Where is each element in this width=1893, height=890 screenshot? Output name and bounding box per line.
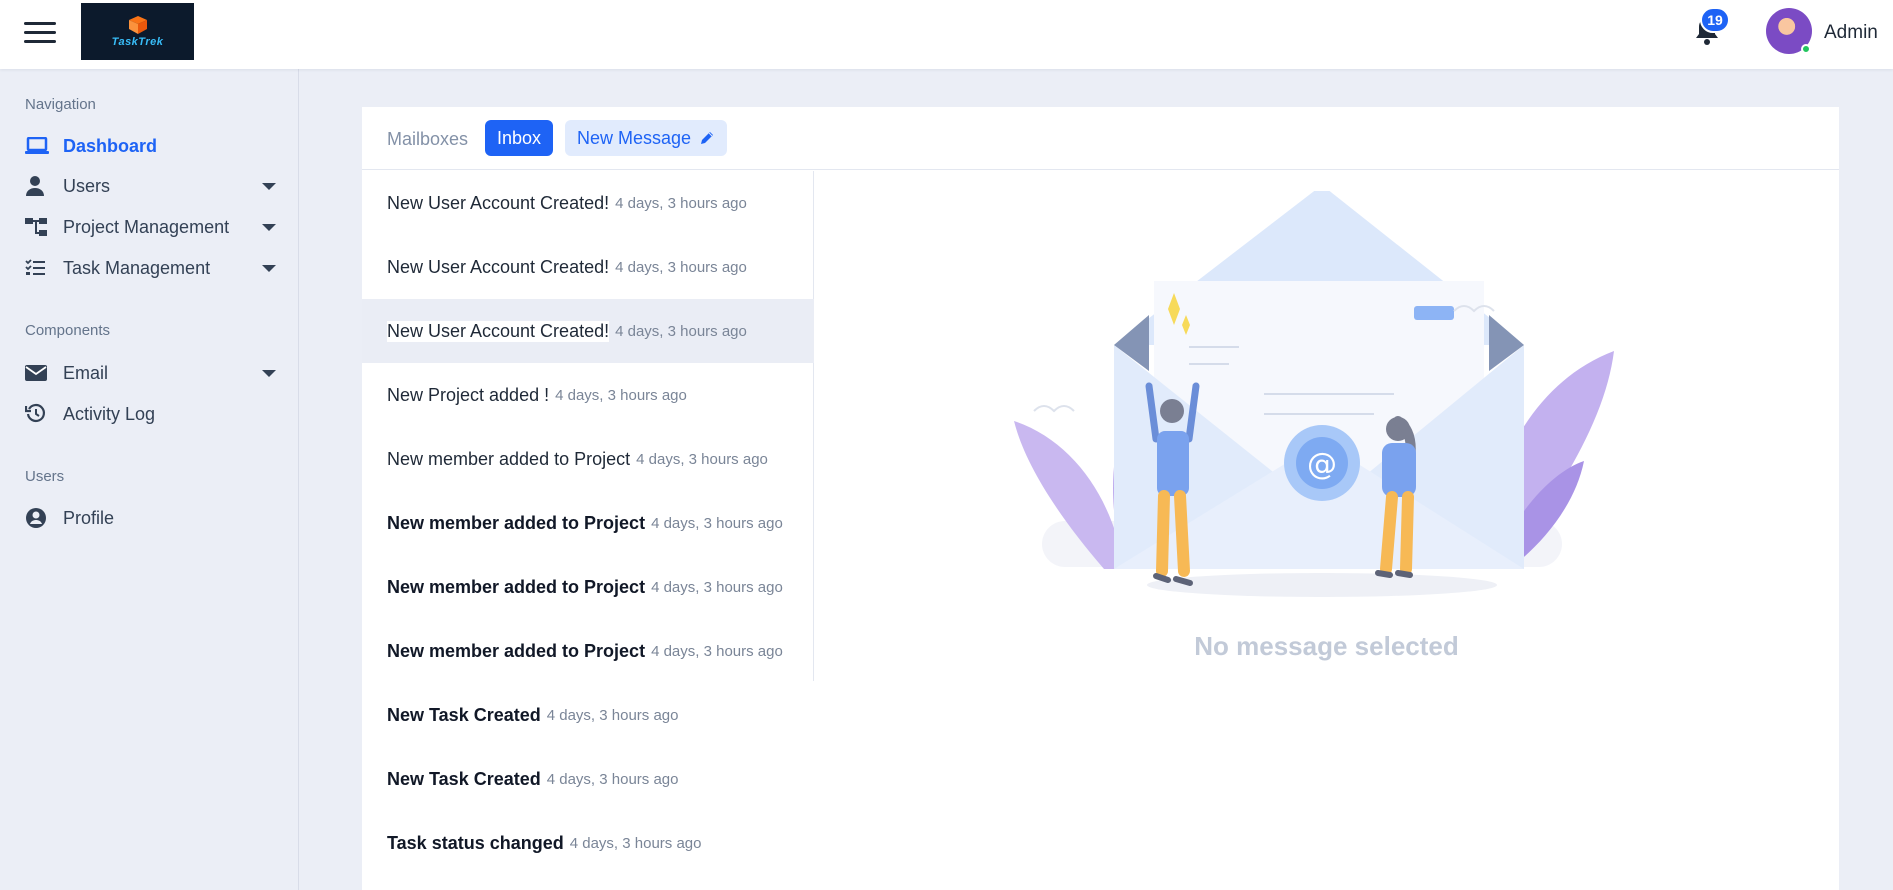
menu-toggle-icon[interactable] — [24, 22, 56, 46]
message-time: 4 days, 3 hours ago — [615, 322, 747, 340]
sidebar-item-label: Task Management — [63, 257, 211, 278]
mailboxes-link[interactable]: Mailboxes — [387, 129, 468, 150]
mail-toolbar: Mailboxes Inbox New Message — [362, 107, 1839, 170]
empty-state-text: No message selected — [1194, 631, 1459, 661]
nav-heading-users: Users — [25, 468, 65, 485]
new-message-button[interactable]: New Message — [565, 120, 728, 156]
message-time: 4 days, 3 hours ago — [615, 194, 747, 212]
inbox-button[interactable]: Inbox — [485, 120, 554, 156]
sidebar-item-task-management[interactable]: Task Management — [25, 253, 280, 283]
pencil-icon — [701, 132, 714, 144]
sidebar-item-label: Email — [63, 362, 109, 383]
list-item[interactable]: New member added to Project 4 days, 3 hou… — [362, 619, 814, 683]
list-item[interactable]: New Task Created 4 days, 3 hours ago — [362, 747, 814, 811]
top-bar: TaskTrek 19 Admin — [0, 0, 1893, 69]
list-item[interactable]: New member added to Project 4 days, 3 hou… — [362, 427, 814, 491]
list-item[interactable]: New User Account Created! 4 days, 3 hours… — [362, 171, 814, 235]
sidebar-item-dashboard[interactable]: Dashboard — [25, 131, 280, 161]
message-time: 4 days, 3 hours ago — [555, 386, 687, 404]
chevron-down-icon — [262, 182, 276, 190]
user-name[interactable]: Admin — [1824, 22, 1878, 44]
list-item[interactable]: New User Account Created! 4 days, 3 hours… — [362, 299, 814, 363]
sidebar-item-label: Activity Log — [63, 403, 156, 424]
sitemap-icon — [25, 216, 49, 238]
list-item[interactable]: New member added to Project 4 days, 3 hou… — [362, 491, 814, 555]
sidebar-item-label: Dashboard — [63, 135, 158, 156]
message-subject: New User Account Created! — [387, 320, 610, 342]
message-subject: New Task Created — [387, 704, 541, 725]
message-subject: New User Account Created! — [387, 192, 610, 213]
app-logo[interactable]: TaskTrek — [81, 3, 194, 60]
sidebar-item-users[interactable]: Users — [25, 171, 280, 201]
laptop-icon — [25, 135, 49, 157]
history-icon — [25, 403, 49, 425]
message-time: 4 days, 3 hours ago — [651, 642, 783, 660]
message-subject: New member added to Project — [387, 448, 631, 469]
sidebar-item-label: Project Management — [63, 216, 230, 237]
list-item[interactable]: Task status changed 4 days, 3 hours ago — [362, 811, 814, 875]
sidebar-item-email[interactable]: Email — [25, 358, 280, 388]
chevron-down-icon — [262, 223, 276, 231]
user-circle-icon — [25, 507, 49, 529]
sidebar: Navigation Dashboard Users Project Manag… — [0, 69, 299, 890]
message-time: 4 days, 3 hours ago — [636, 450, 768, 468]
message-subject: Task status changed — [387, 832, 564, 853]
mail-panel: Mailboxes Inbox New Message New User Acc… — [362, 107, 1839, 890]
message-subject: New User Account Created! — [387, 256, 610, 277]
message-subject: New Project added ! — [387, 384, 550, 405]
chevron-down-icon — [262, 369, 276, 377]
message-subject: New member added to Project — [387, 640, 646, 661]
list-item[interactable]: New member added to Project 4 days, 3 hou… — [362, 555, 814, 619]
list-item[interactable]: New Task Created 4 days, 3 hours ago — [362, 683, 814, 747]
empty-inbox-illustration: @ — [1014, 191, 1614, 597]
new-message-label: New Message — [577, 127, 692, 148]
message-time: 4 days, 3 hours ago — [651, 578, 783, 596]
notification-badge[interactable]: 19 — [1700, 7, 1730, 33]
sidebar-item-profile[interactable]: Profile — [25, 503, 280, 533]
online-status-dot — [1801, 44, 1811, 54]
nav-heading-components: Components — [25, 322, 111, 339]
svg-text:@: @ — [1307, 447, 1337, 482]
sidebar-item-project-management[interactable]: Project Management — [25, 212, 280, 242]
message-subject: New member added to Project — [387, 512, 646, 533]
message-preview: @ No message selected — [814, 171, 1839, 890]
envelope-icon — [25, 362, 49, 384]
message-subject: New Task Created — [387, 768, 541, 789]
inbox-button-label: Inbox — [497, 127, 542, 148]
list-item[interactable]: New Project added ! 4 days, 3 hours ago — [362, 363, 814, 427]
sidebar-item-label: Profile — [63, 507, 115, 528]
message-time: 4 days, 3 hours ago — [651, 514, 783, 532]
message-time: 4 days, 3 hours ago — [615, 258, 747, 276]
logo-text: TaskTrek — [111, 35, 164, 48]
message-list: New User Account Created! 4 days, 3 hours… — [362, 171, 814, 875]
task-list-icon — [25, 257, 49, 279]
sidebar-item-label: Users — [63, 175, 111, 196]
list-item[interactable]: New User Account Created! 4 days, 3 hours… — [362, 235, 814, 299]
user-icon — [25, 175, 49, 197]
nav-heading-navigation: Navigation — [25, 96, 96, 113]
message-time: 4 days, 3 hours ago — [569, 834, 702, 852]
logo-box-icon — [127, 15, 149, 34]
sidebar-item-activity-log[interactable]: Activity Log — [25, 399, 280, 429]
message-subject: New member added to Project — [387, 576, 646, 597]
message-time: 4 days, 3 hours ago — [546, 770, 679, 788]
chevron-down-icon — [262, 264, 276, 272]
message-time: 4 days, 3 hours ago — [546, 706, 679, 724]
